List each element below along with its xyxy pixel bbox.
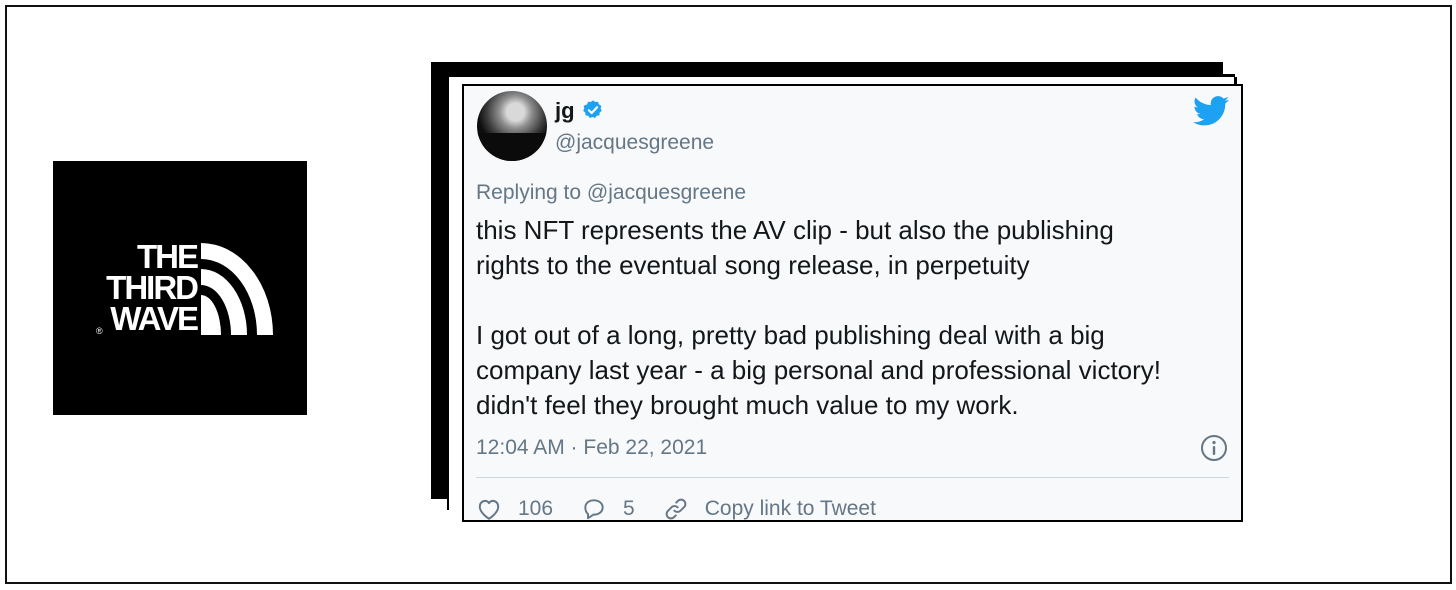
- user-handle[interactable]: @jacquesgreene: [555, 131, 714, 155]
- heart-icon: [478, 499, 500, 520]
- tweet-line: this NFT represents the AV clip - but al…: [476, 215, 1114, 245]
- registered-mark: ®: [96, 326, 103, 336]
- divider: [476, 477, 1229, 478]
- tweet-line: didn't feel they brought much value to m…: [476, 390, 1019, 420]
- reply-count: 5: [623, 497, 635, 520]
- tweet-line: I got out of a long, pretty bad publishi…: [476, 320, 1105, 350]
- logo-line-the: THE: [137, 238, 199, 275]
- tweet-card[interactable]: jg @jacquesgreene Replying to @jacquesgr…: [462, 84, 1243, 522]
- like-count: 106: [518, 497, 554, 520]
- like-button[interactable]: 106: [476, 496, 554, 520]
- half-dome-icon: [201, 243, 273, 335]
- replying-to: Replying to @jacquesgreene: [476, 181, 746, 205]
- copy-link-label: Copy link to Tweet: [704, 497, 876, 520]
- display-name[interactable]: jg: [555, 98, 575, 124]
- verified-badge-icon: [583, 100, 602, 118]
- avatar[interactable]: [477, 91, 547, 161]
- tweet-line: company last year - a big personal and p…: [476, 355, 1162, 385]
- tweet-body: this NFT represents the AV clip - but al…: [476, 213, 1236, 423]
- replying-to-label: Replying to: [476, 181, 582, 204]
- logo-line-third: THIRD: [106, 269, 199, 306]
- replying-to-mention[interactable]: @jacquesgreene: [587, 181, 746, 204]
- reply-button[interactable]: 5: [581, 496, 635, 520]
- twitter-bird-icon[interactable]: [1193, 96, 1229, 126]
- logo-wordmark: THE THIRD WAVE: [77, 238, 199, 337]
- tweet-timestamp[interactable]: 12:04 AM · Feb 22, 2021: [476, 436, 707, 460]
- tweet-line: rights to the eventual song release, in …: [476, 250, 1030, 280]
- logo-line-wave: WAVE: [110, 300, 199, 337]
- link-icon: [665, 498, 687, 520]
- speech-bubble-icon: [584, 499, 604, 520]
- copy-link-button[interactable]: Copy link to Tweet: [663, 496, 876, 520]
- info-icon[interactable]: [1200, 434, 1228, 462]
- third-wave-logo: THE THIRD WAVE ®: [53, 161, 307, 415]
- tweet-actions: 106 5 Copy link to Tweet: [476, 494, 904, 520]
